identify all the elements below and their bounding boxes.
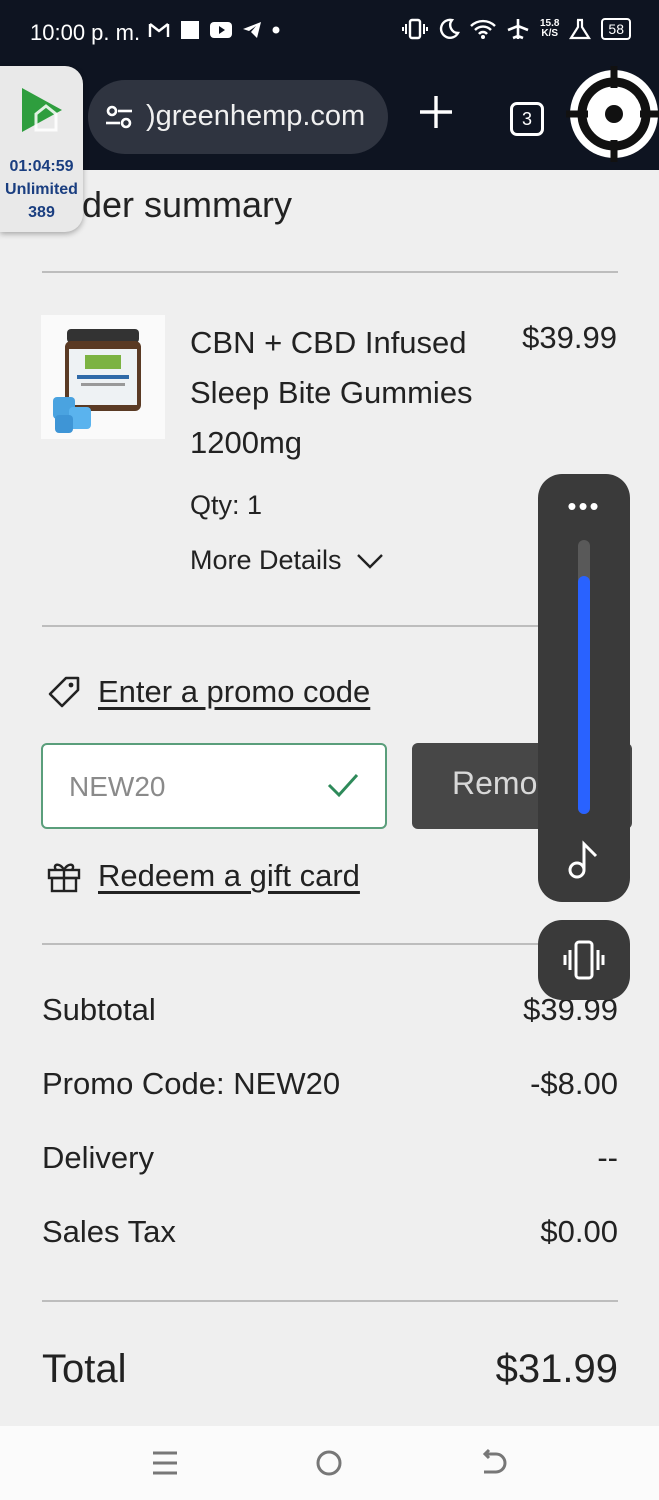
total-label: Total xyxy=(42,1347,127,1391)
battery-icon: 58 xyxy=(601,18,631,40)
volume-panel: ••• xyxy=(538,474,630,902)
browser-toolbar: )greenhemp.com 3 xyxy=(0,66,659,170)
address-bar[interactable]: )greenhemp.com xyxy=(88,80,388,154)
summary-label: Subtotal xyxy=(42,992,156,1027)
timer-count: 389 xyxy=(28,204,55,221)
lab-icon xyxy=(569,18,592,40)
airplane-icon xyxy=(507,19,529,40)
timer-clock: 01:04:59 xyxy=(9,158,74,175)
telegram-icon xyxy=(243,22,261,38)
timer-plan: Unlimited xyxy=(5,181,78,198)
total-value: $31.99 xyxy=(495,1347,618,1391)
product-image[interactable] xyxy=(41,315,165,439)
moon-icon xyxy=(439,18,460,39)
back-icon[interactable] xyxy=(478,1448,508,1478)
promo-code-link[interactable]: Enter a promo code xyxy=(46,674,370,710)
summary-label: Promo Code: NEW20 xyxy=(42,1066,341,1101)
summary-value: -$8.00 xyxy=(530,1066,618,1101)
divider xyxy=(42,943,618,945)
summary-row-subtotal: Subtotal $39.99 xyxy=(42,992,618,1028)
summary-value: -- xyxy=(597,1140,618,1175)
gmail-icon xyxy=(148,23,170,37)
gift-card-label: Redeem a gift card xyxy=(98,858,360,893)
vibrate-icon xyxy=(563,940,605,980)
square-icon xyxy=(181,21,199,39)
gift-icon xyxy=(47,863,81,893)
notification-icons xyxy=(148,20,280,40)
more-details-toggle[interactable]: More Details xyxy=(190,545,384,576)
gift-card-link[interactable]: Redeem a gift card xyxy=(46,858,360,894)
tag-icon xyxy=(48,676,80,708)
summary-label: Sales Tax xyxy=(42,1214,176,1249)
summary-row-tax: Sales Tax $0.00 xyxy=(42,1214,618,1250)
more-options-icon[interactable]: ••• xyxy=(538,493,630,519)
menu-icon[interactable] xyxy=(150,1448,180,1478)
chevron-down-icon xyxy=(356,553,383,569)
promo-code-label: Enter a promo code xyxy=(98,674,371,709)
total-row: Total $31.99 xyxy=(42,1347,618,1392)
summary-row-delivery: Delivery -- xyxy=(42,1140,618,1176)
product-name[interactable]: CBN + CBD Infused Sleep Bite Gummies 120… xyxy=(190,318,490,468)
promo-code-input[interactable]: NEW20 xyxy=(41,743,387,829)
divider xyxy=(42,1300,618,1302)
summary-label: Delivery xyxy=(42,1140,154,1175)
tab-switcher-button[interactable]: 3 xyxy=(510,102,544,136)
play-store-icon xyxy=(22,88,62,132)
system-icons: 15.8 K/S 58 xyxy=(401,18,631,40)
volume-level xyxy=(578,575,590,814)
navigation-bar xyxy=(0,1426,659,1500)
status-time: 10:00 p. m. xyxy=(30,20,141,45)
divider xyxy=(42,271,618,273)
youtube-icon xyxy=(210,22,232,38)
net-speed: 15.8 K/S xyxy=(539,18,560,39)
product-price: $39.99 xyxy=(522,320,617,355)
promo-code-value: NEW20 xyxy=(69,771,166,802)
music-note-icon[interactable] xyxy=(566,840,602,880)
summary-row-promo: Promo Code: NEW20 -$8.00 xyxy=(42,1066,618,1102)
url-text[interactable]: )greenhemp.com xyxy=(146,100,365,133)
home-icon[interactable] xyxy=(314,1448,344,1478)
dot-icon xyxy=(272,26,280,34)
volume-slider[interactable] xyxy=(578,540,590,814)
product-quantity: Qty: 1 xyxy=(190,490,263,520)
vibrate-icon xyxy=(401,18,428,40)
site-settings-icon[interactable] xyxy=(104,102,134,132)
gummies-jar-image xyxy=(41,315,165,439)
checkmark-icon xyxy=(327,773,359,798)
status-bar: 10:00 p. m. 15.8 K/S 58 xyxy=(0,0,659,66)
crosshair-icon[interactable] xyxy=(566,66,659,162)
more-details-label: More Details xyxy=(190,545,342,575)
divider xyxy=(42,625,618,627)
wifi-icon xyxy=(470,19,496,39)
timer-widget[interactable]: 01:04:59 Unlimited 389 xyxy=(0,66,83,232)
ringer-mode-button[interactable] xyxy=(538,920,630,1000)
new-tab-icon[interactable] xyxy=(416,92,456,132)
summary-value: $0.00 xyxy=(540,1214,618,1249)
